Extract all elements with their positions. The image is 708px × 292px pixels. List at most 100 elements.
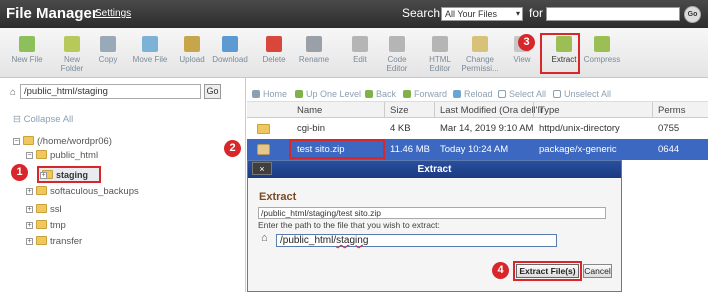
search-scope-select[interactable]: All Your Files ▾	[441, 7, 523, 21]
cell-perms: 0644	[658, 144, 680, 155]
toolbar-label: Download	[212, 55, 248, 64]
compress-icon	[594, 36, 610, 52]
back-label: Back	[376, 89, 397, 99]
tree-label-ssl: ssl	[50, 204, 62, 215]
left-panel	[0, 78, 246, 292]
destination-path-input[interactable]: /public_html/staging	[276, 234, 557, 247]
selected-row-highlight	[289, 139, 385, 159]
download-icon	[222, 36, 238, 52]
cancel-button[interactable]: Cancel	[583, 264, 612, 278]
folder-icon	[36, 186, 47, 195]
forward-link[interactable]: Forward	[403, 89, 447, 99]
up-one-level-link[interactable]: Up One Level	[295, 89, 361, 99]
cell-type: package/x-generic	[539, 144, 617, 155]
new-file-icon	[19, 36, 35, 52]
settings-link[interactable]: Settings	[95, 8, 131, 19]
back-link[interactable]: Back	[365, 89, 396, 99]
home-label: Home	[263, 89, 288, 99]
search-go-button[interactable]: Go	[684, 6, 701, 23]
rename-icon	[306, 36, 322, 52]
html-editor-button[interactable]: HTML Editor	[418, 36, 462, 73]
tree-label-staging: staging	[56, 170, 89, 180]
copy-icon	[100, 36, 116, 52]
tree-item-transfer[interactable]: + transfer	[26, 236, 82, 247]
tree-item-tmp[interactable]: + tmp	[26, 220, 66, 231]
table-row[interactable]: cgi-bin 4 KB Mar 14, 2019 9:10 AM httpd/…	[247, 118, 708, 139]
header-modified[interactable]: Last Modified (Ora dell'Ir	[440, 105, 543, 116]
compress-button[interactable]: Compress	[580, 36, 624, 64]
new-file-button[interactable]: New File	[5, 36, 49, 64]
home-icon	[252, 90, 260, 98]
folder-icon	[36, 150, 47, 159]
plus-icon: +	[26, 206, 33, 213]
toolbar-label: Change Permissi...	[461, 55, 499, 73]
path-go-button[interactable]: Go	[204, 84, 221, 99]
code-editor-icon	[389, 36, 405, 52]
tree-item-public-html[interactable]: − public_html	[26, 150, 98, 161]
unselect-all-link[interactable]: Unselect All	[553, 89, 611, 99]
toolbar-label: Rename	[298, 55, 330, 64]
key-icon	[472, 36, 488, 52]
search-label: Search	[402, 6, 441, 20]
dialog-close-button[interactable]: ×	[252, 162, 272, 175]
chevron-down-icon: ▾	[515, 9, 520, 18]
new-folder-icon	[64, 36, 80, 52]
tree-label-transfer: transfer	[50, 236, 83, 247]
column-divider	[384, 102, 385, 118]
checkbox-icon	[498, 90, 506, 98]
callout-2: 2	[224, 140, 241, 157]
tree-item-softaculous-backups[interactable]: + softaculous_backups	[26, 186, 139, 197]
key-button[interactable]: Change Permissi...	[458, 36, 502, 73]
callout-1: 1	[11, 164, 28, 181]
cell-size: 11.46 MB	[390, 144, 430, 155]
cell-type: httpd/unix-directory	[539, 123, 620, 134]
reload-icon	[453, 90, 461, 98]
search-input[interactable]	[546, 7, 680, 21]
select-all-link[interactable]: Select All	[498, 89, 546, 99]
up-arrow-icon	[295, 90, 303, 98]
toolbar-label: HTML Editor	[429, 55, 451, 73]
toolbar-label: New File	[11, 55, 43, 64]
header-perms[interactable]: Perms	[658, 105, 685, 116]
tree-item-ssl[interactable]: + ssl	[26, 204, 62, 215]
header-type[interactable]: Type	[539, 105, 560, 116]
cell-name: cgi-bin	[297, 123, 325, 134]
tree-label-softaculous: softaculous_backups	[50, 186, 139, 197]
toolbar-label: Move File	[132, 55, 168, 64]
back-arrow-icon	[365, 90, 373, 98]
edit-icon	[352, 36, 368, 52]
toolbar-label: Delete	[262, 55, 286, 64]
tree-item-home[interactable]: − (/home/wordpr06)	[13, 136, 112, 147]
forward-label: Forward	[414, 89, 448, 99]
plus-icon: +	[40, 172, 47, 179]
zip-file-icon	[257, 144, 270, 155]
extract-files-button[interactable]: Extract File(s)	[516, 264, 579, 278]
download-button[interactable]: Download	[208, 36, 252, 64]
column-divider	[434, 102, 435, 118]
select-all-label: Select All	[509, 89, 547, 99]
tree-expand-staging[interactable]: +	[40, 170, 50, 181]
rename-button[interactable]: Rename	[292, 36, 336, 64]
move-file-button[interactable]: Move File	[128, 36, 172, 64]
toolbar-label: Copy	[98, 55, 118, 64]
code-editor-button[interactable]: Code Editor	[375, 36, 419, 73]
path-input[interactable]: /public_html/staging	[20, 84, 201, 99]
tree-label-public-html: public_html	[50, 150, 99, 161]
collapse-all-link[interactable]: ⊟ Collapse All	[13, 114, 73, 125]
copy-button[interactable]: Copy	[86, 36, 130, 64]
reload-link[interactable]: Reload	[453, 89, 493, 99]
home-link[interactable]: Home	[252, 89, 287, 99]
delete-button[interactable]: Delete	[252, 36, 296, 64]
plus-icon: +	[26, 238, 33, 245]
header-name[interactable]: Name	[297, 105, 322, 116]
dialog-instructions: Enter the path to the file that you wish…	[258, 220, 440, 230]
header-size[interactable]: Size	[390, 105, 408, 116]
cell-size: 4 KB	[390, 123, 411, 134]
upload-icon	[184, 36, 200, 52]
folder-path-icon: ⌂	[10, 87, 17, 98]
plus-icon: +	[26, 188, 33, 195]
cell-modified: Mar 14, 2019 9:10 AM	[440, 123, 534, 134]
app-title: File Manager	[6, 5, 98, 22]
folder-icon	[23, 136, 34, 145]
move-file-icon	[142, 36, 158, 52]
